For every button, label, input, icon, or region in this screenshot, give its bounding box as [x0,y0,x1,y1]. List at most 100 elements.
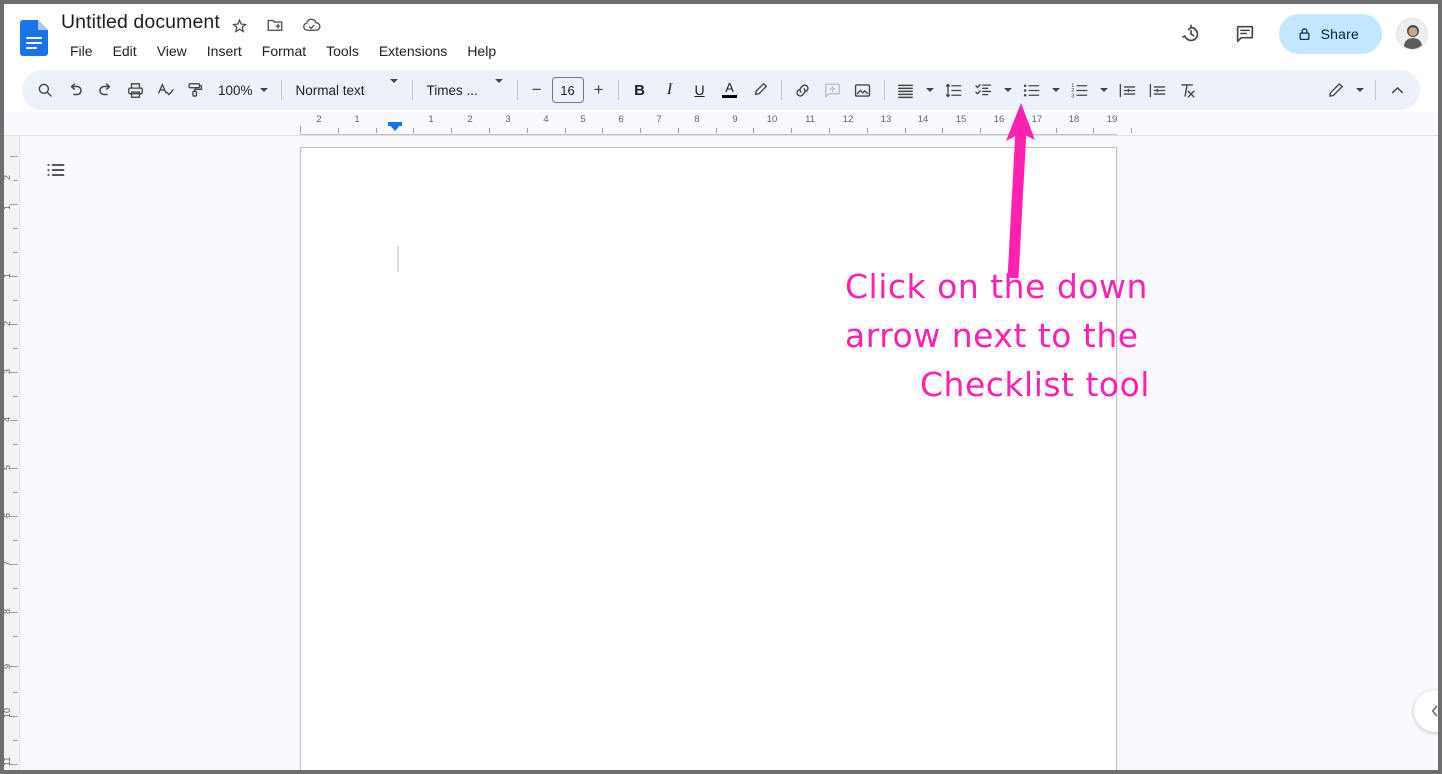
ruler-label: 18 [1068,114,1080,125]
document-outline-icon[interactable] [36,150,76,190]
numbered-list-dropdown-caret[interactable] [1095,75,1113,105]
toolbar-divider [780,80,782,100]
spellcheck-icon[interactable] [150,75,180,105]
ruler-tick [565,128,566,133]
decrease-font-size-button[interactable]: − [524,77,550,103]
redo-icon[interactable] [90,75,120,105]
ruler-tick [13,540,18,541]
menu-item-extensions[interactable]: Extensions [369,40,457,62]
search-icon[interactable] [30,75,60,105]
ruler-tick [10,276,18,277]
italic-button[interactable]: I [655,75,685,105]
svg-text:3: 3 [1071,93,1074,99]
menu-item-tools[interactable]: Tools [316,40,369,62]
ruler-tick [678,128,679,133]
numbered-list-icon[interactable]: 123 [1065,75,1095,105]
ruler-tick [10,156,18,157]
paragraph-style-selector[interactable]: Normal text [288,75,406,105]
align-control [891,75,939,105]
move-to-folder-icon[interactable] [264,14,286,36]
toolbar-divider [516,80,518,100]
ruler-tick [10,666,18,667]
document-page[interactable] [300,147,1117,774]
window-edge-right [1438,0,1442,774]
docs-file-icon[interactable] [20,20,48,56]
pencil-edit-icon[interactable] [1321,75,1351,105]
indent-bar-left[interactable] [388,122,402,126]
menu-item-view[interactable]: View [147,40,197,62]
title-action-icons [228,14,322,36]
ruler-label: 2 [316,114,322,125]
zoom-selector[interactable]: 100% [210,75,275,105]
menu-item-help[interactable]: Help [457,40,506,62]
insert-link-icon[interactable] [788,75,818,105]
editing-mode-dropdown-caret[interactable] [1351,75,1369,105]
star-outline-icon[interactable] [228,14,250,36]
menu-item-file[interactable]: File [60,40,103,62]
ruler-tick [942,128,943,133]
menu-item-insert[interactable]: Insert [197,40,252,62]
checklist-icon[interactable] [969,75,999,105]
bulleted-list-icon[interactable] [1017,75,1047,105]
ruler-label: 7 [656,114,662,125]
toolbar-divider [883,80,885,100]
share-button-label: Share [1320,26,1359,42]
undo-icon[interactable] [60,75,90,105]
font-size-group: − + [524,77,612,103]
ruler-tick [13,692,18,693]
chevron-up-icon[interactable] [1382,75,1412,105]
ruler-tick [1131,128,1132,133]
chevron-down-icon [255,88,273,92]
share-button[interactable]: Share [1278,14,1382,54]
line-spacing-icon[interactable] [939,75,969,105]
ruler-label: 1 [354,114,360,125]
clear-formatting-icon[interactable] [1173,75,1203,105]
insert-image-icon[interactable] [848,75,878,105]
print-icon[interactable] [120,75,150,105]
ruler-tick [10,420,18,421]
add-comment-icon[interactable] [818,75,848,105]
ruler-tick [791,128,792,133]
ruler-tick [13,492,18,493]
bold-button[interactable]: B [625,75,655,105]
ruler-label: 14 [917,114,929,125]
text-caret [397,246,399,272]
checklist-dropdown-caret[interactable] [999,75,1017,105]
menu-item-edit[interactable]: Edit [103,40,147,62]
font-family-selector[interactable]: Times ... [419,75,511,105]
horizontal-ruler[interactable]: 2 1 1 2 3 4 5 6 7 8 9 10 11 12 13 14 15 … [0,112,1442,136]
chevron-down-icon [494,78,503,98]
text-color-button[interactable]: A [715,75,745,105]
underline-button[interactable]: U [685,75,715,105]
align-dropdown-caret[interactable] [921,75,939,105]
editing-mode-control [1321,75,1369,105]
menu-item-format[interactable]: Format [252,40,316,62]
ruler-tick [300,126,301,133]
comment-icon[interactable] [1225,14,1265,54]
font-size-input[interactable] [551,77,584,103]
ruler-tick [602,128,603,133]
document-title[interactable]: Untitled document [58,10,223,34]
toolbar-container: 100% Normal text Times ... − + B [0,68,1442,112]
decrease-indent-icon[interactable] [1113,75,1143,105]
user-avatar[interactable] [1396,18,1428,50]
version-history-icon[interactable] [1171,14,1211,54]
ruler-label: 5 [580,114,586,125]
highlight-pen-icon[interactable] [745,75,775,105]
cloud-saved-icon[interactable] [300,14,322,36]
ruler-tick [10,324,18,325]
ruler-label: 15 [955,114,967,125]
ruler-tick [10,612,18,613]
increase-indent-icon[interactable] [1143,75,1173,105]
document-canvas [20,136,1442,774]
indent-marker-right[interactable] [1011,126,1021,132]
bold-label: B [634,81,645,99]
bulleted-list-dropdown-caret[interactable] [1047,75,1065,105]
align-left-icon[interactable] [891,75,921,105]
ruler-label: 12 [842,114,854,125]
increase-font-size-button[interactable]: + [586,77,612,103]
ruler-tick [13,636,18,637]
paint-format-icon[interactable] [180,75,210,105]
ruler-label: 3 [505,114,511,125]
ruler-tick [13,588,18,589]
